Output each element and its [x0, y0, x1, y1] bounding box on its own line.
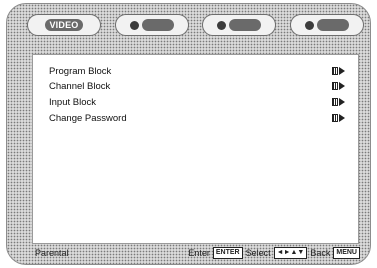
select-hint-label: Select — [245, 248, 271, 258]
submenu-arrow-icon — [332, 98, 345, 106]
tab-bar: VIDEO — [27, 12, 364, 38]
audio-icon — [129, 20, 139, 30]
option-icon — [304, 20, 314, 30]
enter-key: ENTER — [212, 247, 243, 259]
menu-item-channel-block[interactable]: Channel Block — [49, 79, 345, 93]
menu-panel: Program Block Channel Block Input Block … — [32, 54, 359, 244]
footer-title: Parental — [35, 248, 69, 258]
submenu-arrow-icon — [332, 82, 345, 90]
tab-video[interactable]: VIDEO — [27, 14, 101, 36]
tab-setup-label — [229, 19, 262, 31]
setup-icon — [217, 20, 227, 30]
menu-key: MENU — [333, 247, 360, 259]
back-hint-label: Back — [310, 248, 331, 258]
menu-item-label: Change Password — [49, 112, 127, 124]
menu-item-label: Input Block — [49, 96, 96, 108]
osd-frame: VIDEO Program Block Channel Block Input … — [6, 3, 371, 265]
tab-video-label: VIDEO — [45, 19, 83, 31]
menu-item-program-block[interactable]: Program Block — [49, 64, 345, 78]
submenu-arrow-icon — [332, 114, 345, 122]
tab-setup[interactable] — [202, 14, 277, 36]
menu-item-label: Program Block — [49, 65, 112, 77]
footer-hints: Enter ENTER Select ◄►▲▼ Back MENU — [188, 247, 366, 259]
tab-option-label — [316, 19, 349, 31]
select-key: ◄►▲▼ — [273, 247, 308, 259]
menu-item-label: Channel Block — [49, 80, 111, 92]
footer-bar: Parental Enter ENTER Select ◄►▲▼ Back ME… — [25, 244, 366, 262]
tab-audio[interactable] — [114, 14, 189, 36]
tab-audio-label — [141, 19, 174, 31]
enter-hint-label: Enter — [188, 248, 210, 258]
tab-option[interactable] — [289, 14, 364, 36]
submenu-arrow-icon — [332, 67, 345, 75]
menu-item-change-password[interactable]: Change Password — [49, 111, 345, 125]
menu-item-input-block[interactable]: Input Block — [49, 95, 345, 109]
